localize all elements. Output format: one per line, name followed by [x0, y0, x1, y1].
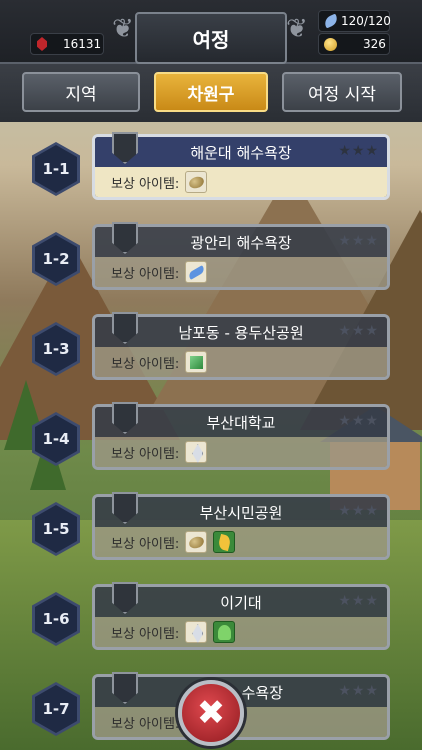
- page-title: 여정: [192, 27, 230, 52]
- star-rating: ★★★: [338, 323, 379, 339]
- bean-item-icon[interactable]: [185, 171, 208, 193]
- stage-row[interactable]: 1-3 남포동 - 용두산공원 ★★★ 보상 아이템:: [0, 312, 422, 392]
- reward-row: 보상 아이템:: [95, 167, 387, 197]
- reward-label: 보상 아이템:: [111, 266, 180, 282]
- gold-count: 326: [363, 37, 386, 51]
- stage-number: 1-4: [42, 430, 70, 448]
- ornament-left-icon: ❦: [112, 14, 134, 44]
- reward-row: 보상 아이템:: [95, 257, 387, 287]
- feather-icon: [322, 13, 340, 29]
- reward-row: 보상 아이템:: [95, 617, 387, 647]
- crystal-item-icon[interactable]: [185, 621, 208, 643]
- stage-number: 1-7: [42, 700, 70, 718]
- crystal-item-icon[interactable]: [185, 441, 208, 463]
- leaf-item-icon[interactable]: [213, 531, 236, 553]
- plant-item-icon[interactable]: [213, 621, 236, 643]
- stage-number-badge: 1-6: [32, 592, 80, 646]
- stage-number-badge: 1-5: [32, 502, 80, 556]
- stage-number-badge: 1-4: [32, 412, 80, 466]
- feather-item-icon[interactable]: [185, 261, 208, 283]
- close-icon: ✖: [196, 693, 226, 733]
- reward-label: 보상 아이템:: [111, 446, 180, 462]
- stamina-count: 120/120: [341, 14, 391, 28]
- stage-row[interactable]: 1-6 이기대 ★★★ 보상 아이템:: [0, 582, 422, 662]
- stage-number-badge: 1-3: [32, 322, 80, 376]
- stage-number-badge: 1-1: [32, 142, 80, 196]
- stage-number: 1-5: [42, 520, 70, 538]
- stage-row[interactable]: 1-4 부산대학교 ★★★ 보상 아이템:: [0, 402, 422, 482]
- tab-journey-start[interactable]: 여정 시작: [282, 72, 402, 112]
- stamina-counter: 120/120: [318, 10, 391, 32]
- ornament-right-icon: ❦: [286, 14, 308, 44]
- star-rating: ★★★: [338, 503, 379, 519]
- star-rating: ★★★: [338, 233, 379, 249]
- tab-bar: 지역 차원구 여정 시작: [0, 64, 422, 122]
- stage-number: 1-1: [42, 160, 70, 178]
- reward-row: 보상 아이템:: [95, 347, 387, 377]
- tab-dimension[interactable]: 차원구: [154, 72, 268, 112]
- red-gem-icon: [37, 37, 47, 51]
- star-rating: ★★★: [338, 593, 379, 609]
- stage-number-badge: 1-2: [32, 232, 80, 286]
- gold-coin-icon: [324, 38, 337, 51]
- bean-item-icon[interactable]: [185, 531, 208, 553]
- star-rating: ★★★: [338, 143, 379, 159]
- stage-number: 1-2: [42, 250, 70, 268]
- reward-label: 보상 아이템:: [111, 176, 180, 192]
- reward-row: 보상 아이템:: [95, 527, 387, 557]
- stage-number: 1-3: [42, 340, 70, 358]
- star-rating: ★★★: [338, 683, 379, 699]
- gold-counter: 326: [318, 33, 390, 55]
- stage-row[interactable]: 1-5 부산시민공원 ★★★ 보상 아이템:: [0, 492, 422, 572]
- stage-number: 1-6: [42, 610, 70, 628]
- reward-label: 보상 아이템:: [111, 626, 180, 642]
- gem-counter: 16131: [30, 33, 104, 55]
- title-plate: 여정: [135, 12, 287, 64]
- gem-count: 16131: [63, 37, 102, 51]
- stage-row[interactable]: 1-1 해운대 해수욕장 ★★★ 보상 아이템:: [0, 132, 422, 212]
- top-bar: 16131 120/120 326 ❦ ❦ 여정: [0, 0, 422, 64]
- stage-number-badge: 1-7: [32, 682, 80, 736]
- reward-label: 보상 아이템:: [111, 536, 180, 552]
- stage-row[interactable]: 1-2 광안리 해수욕장 ★★★ 보상 아이템:: [0, 222, 422, 302]
- star-rating: ★★★: [338, 413, 379, 429]
- reward-label: 보상 아이템:: [111, 356, 180, 372]
- green-cube-item-icon[interactable]: [185, 351, 208, 373]
- close-button[interactable]: ✖: [178, 680, 244, 746]
- reward-row: 보상 아이템:: [95, 437, 387, 467]
- tab-region[interactable]: 지역: [22, 72, 140, 112]
- reward-label: 보상 아이템:: [111, 716, 180, 732]
